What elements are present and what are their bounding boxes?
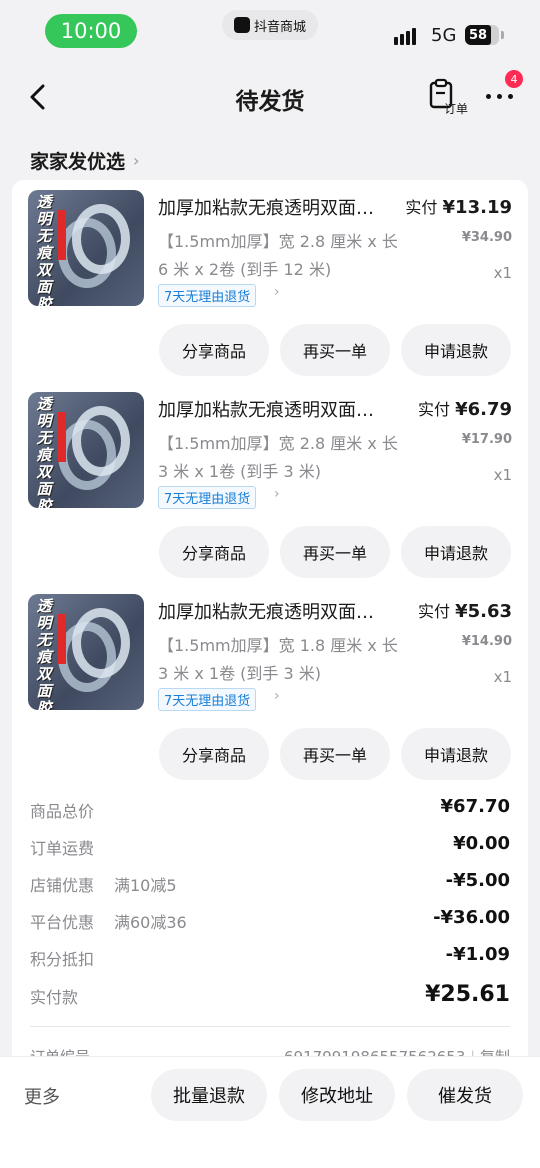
product-image-text: 透明无痕双面胶 [36,395,52,509]
product-spec: 【1.5mm加厚】宽 2.8 厘米 x 长 6 米 x 2卷 (到手 12 米) [158,232,398,279]
paid-price: 实付 ¥13.19 [405,194,512,218]
original-price: ¥17.90 [461,432,512,447]
product-title[interactable]: 加厚加粘款无痕透明双面… [158,598,404,624]
share-button[interactable]: 分享商品 [159,526,269,578]
product-image[interactable]: 透明无痕双面胶 [28,190,144,306]
original-price: ¥14.90 [461,634,512,649]
quantity: x1 [493,466,512,484]
order-item[interactable]: 透明无痕双面胶 加厚加粘款无痕透明双面… 实付 ¥5.63 ¥14.90 【1.… [12,584,528,786]
chevron-right-icon: › [274,688,280,704]
paid-price: 实付 ¥6.79 [418,396,512,420]
label-strip [58,412,66,462]
refund-button[interactable]: 申请退款 [401,324,511,376]
summary-note: 满60减36 [114,913,187,932]
product-image-text: 透明无痕双面胶 [36,193,52,307]
quantity: x1 [493,668,512,686]
summary-label: 店铺优惠 [30,876,95,895]
summary-value: ¥67.70 [440,796,510,817]
dot [508,94,513,99]
edit-address-button[interactable]: 修改地址 [279,1069,395,1121]
summary-label: 订单运费 [30,839,95,858]
battery-icon: 58 [465,25,499,45]
summary-note: 满10减5 [114,876,177,895]
paid-label: 实付 [417,602,450,621]
product-spec: 【1.5mm加厚】宽 2.8 厘米 x 长 3 米 x 1卷 (到手 3 米) [158,434,398,481]
summary-value: -¥5.00 [445,870,510,891]
paid-amount: ¥13.19 [442,197,512,218]
network-type: 5G [431,25,457,46]
app-indicator[interactable]: 抖音商城 [222,10,318,40]
chevron-right-icon: › [133,151,140,170]
product-title[interactable]: 加厚加粘款无痕透明双面… [158,194,404,220]
orders-label: 订单 [444,102,469,116]
share-button[interactable]: 分享商品 [159,324,269,376]
shop-link[interactable]: 家家发优选 › [30,147,139,174]
dot [497,94,502,99]
summary-paid: 实付款 ¥25.61 [30,980,510,1010]
product-spec: 【1.5mm加厚】宽 1.8 厘米 x 长 3 米 x 1卷 (到手 3 米) [158,636,398,683]
paid-label: 实付 [417,400,450,419]
more-options-button[interactable] [484,86,516,106]
product-title[interactable]: 加厚加粘款无痕透明双面… [158,396,404,422]
order-card: 透明无痕双面胶 加厚加粘款无痕透明双面… 实付 ¥13.19 ¥34.90 【1… [12,180,528,1080]
paid-label: 实付 [405,198,438,217]
summary-shipping: 订单运费 ¥0.00 [30,831,510,861]
product-image-text: 透明无痕双面胶 [36,597,52,711]
chevron-right-icon: › [274,486,280,502]
label-strip [58,210,66,260]
orders-button[interactable]: 订单 [428,78,472,122]
product-image[interactable]: 透明无痕双面胶 [28,594,144,710]
return-policy-tag[interactable]: 7天无理由退货 [158,486,257,509]
app-name: 抖音商城 [253,19,306,35]
refund-button[interactable]: 申请退款 [401,526,511,578]
order-item[interactable]: 透明无痕双面胶 加厚加粘款无痕透明双面… 实付 ¥13.19 ¥34.90 【1… [12,180,528,382]
paid-amount: ¥5.63 [455,601,512,622]
battery-tip [501,31,504,39]
original-price: ¥34.90 [461,230,512,245]
summary-label: 商品总价 [30,802,95,821]
summary-value: -¥36.00 [433,907,510,928]
summary-shop-discount: 店铺优惠 满10减5 -¥5.00 [30,868,510,898]
status-time: 10:00 [45,14,137,48]
tape-shape [72,406,130,476]
rebuy-button[interactable]: 再买一单 [280,526,390,578]
product-image[interactable]: 透明无痕双面胶 [28,392,144,508]
signal-icon [394,28,416,45]
summary-value: ¥25.61 [425,982,510,1007]
divider [30,1026,510,1027]
summary-value: -¥1.09 [445,944,510,965]
summary-value: ¥0.00 [453,833,510,854]
quantity: x1 [493,264,512,282]
status-bar: 10:00 抖音商城 5G 58 [0,0,540,64]
summary-label: 积分抵扣 [30,950,95,969]
bottom-action-bar: 更多 批量退款 修改地址 催发货 [0,1056,540,1168]
tape-shape [72,204,130,274]
batch-refund-button[interactable]: 批量退款 [151,1069,267,1121]
order-item[interactable]: 透明无痕双面胶 加厚加粘款无痕透明双面… 实付 ¥6.79 ¥17.90 【1.… [12,382,528,584]
paid-price: 实付 ¥5.63 [418,598,512,622]
notification-badge: 4 [505,70,523,88]
rebuy-button[interactable]: 再买一单 [280,728,390,780]
share-button[interactable]: 分享商品 [159,728,269,780]
summary-platform-discount: 平台优惠 满60减36 -¥36.00 [30,905,510,935]
summary-label: 平台优惠 [30,913,95,932]
summary-label: 实付款 [30,988,79,1007]
paid-amount: ¥6.79 [455,399,512,420]
more-actions-link[interactable]: 更多 [24,1083,60,1109]
douyin-icon [233,17,250,33]
nav-bar: 待发货 订单 4 [0,64,540,130]
battery-level: 58 [465,25,491,45]
urge-shipping-button[interactable]: 催发货 [407,1069,523,1121]
chevron-right-icon: › [274,284,280,300]
summary-goods-total: 商品总价 ¥67.70 [30,794,510,824]
return-policy-tag[interactable]: 7天无理由退货 [158,284,257,307]
return-policy-tag[interactable]: 7天无理由退货 [158,688,257,711]
refund-button[interactable]: 申请退款 [401,728,511,780]
rebuy-button[interactable]: 再买一单 [280,324,390,376]
tape-shape [72,608,130,678]
label-strip [58,614,66,664]
summary-points: 积分抵扣 -¥1.09 [30,942,510,972]
dot [486,94,491,99]
shop-name: 家家发优选 [30,151,126,173]
